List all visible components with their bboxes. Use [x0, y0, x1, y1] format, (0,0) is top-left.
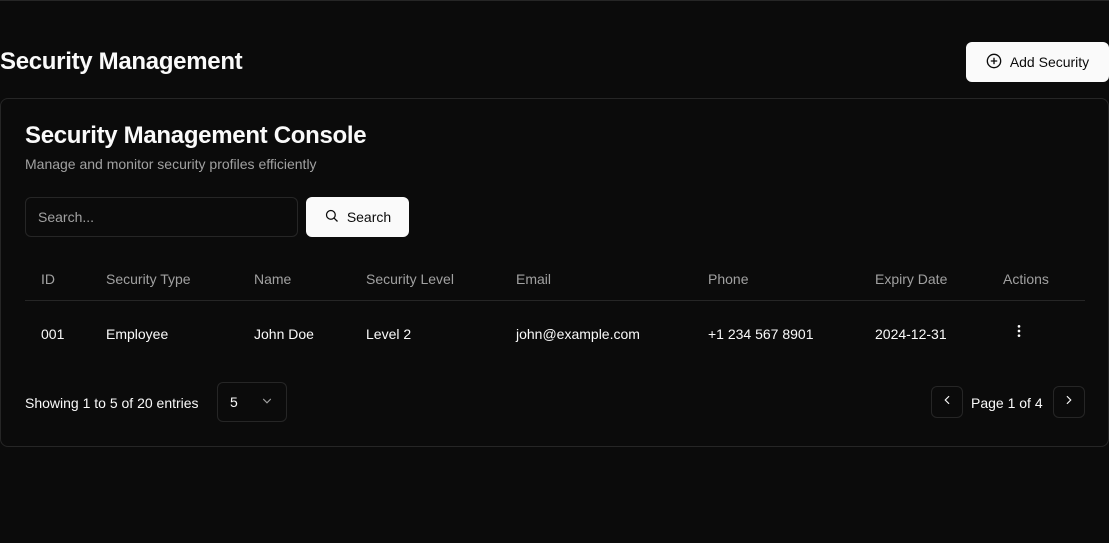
cell-security-level: Level 2: [366, 326, 412, 342]
cell-name: John Doe: [254, 326, 314, 342]
card-description: Manage and monitor security profiles eff…: [25, 156, 317, 172]
table-row[interactable]: 001 Employee John Doe Level 2 john@examp…: [25, 301, 1085, 365]
column-header-expiry-date[interactable]: Expiry Date: [875, 270, 947, 288]
column-header-security-level[interactable]: Security Level: [366, 270, 454, 288]
table-header: ID Security Type Name Security Level Ema…: [25, 257, 1085, 301]
card-title: Security Management Console: [25, 122, 367, 149]
chevron-down-icon: [260, 394, 274, 411]
search-icon: [324, 208, 339, 226]
next-page-button[interactable]: [1053, 386, 1085, 418]
security-table: ID Security Type Name Security Level Ema…: [25, 257, 1085, 365]
cell-email: john@example.com: [516, 326, 640, 342]
add-security-button[interactable]: Add Security: [966, 42, 1109, 82]
more-vertical-icon: [1011, 323, 1027, 344]
cell-id: 001: [41, 326, 65, 342]
page-size-value: 5: [230, 394, 238, 410]
cell-expiry-date: 2024-12-31: [875, 326, 947, 342]
add-security-label: Add Security: [1009, 54, 1090, 70]
chevron-left-icon: [940, 393, 954, 412]
top-divider: [0, 0, 1109, 1]
search-button[interactable]: Search: [306, 197, 409, 237]
cell-phone: +1 234 567 8901: [708, 326, 814, 342]
page-title: Security Management: [0, 48, 243, 75]
showing-entries-text: Showing 1 to 5 of 20 entries: [25, 395, 199, 411]
page-indicator: Page 1 of 4: [971, 395, 1043, 411]
previous-page-button[interactable]: [931, 386, 963, 418]
chevron-right-icon: [1062, 393, 1076, 412]
column-header-email[interactable]: Email: [516, 270, 551, 288]
column-header-security-type[interactable]: Security Type: [106, 270, 191, 288]
row-actions-button[interactable]: [1009, 319, 1029, 347]
plus-circle-icon: [986, 53, 1002, 72]
column-header-id[interactable]: ID: [41, 270, 55, 288]
column-header-phone[interactable]: Phone: [708, 270, 748, 288]
column-header-actions: Actions: [1003, 271, 1049, 287]
security-console-card: Security Management Console Manage and m…: [0, 98, 1109, 447]
page-header: Security Management Add Security: [0, 42, 1109, 82]
column-header-name[interactable]: Name: [254, 270, 291, 288]
cell-security-type: Employee: [106, 326, 169, 342]
search-input[interactable]: [25, 197, 298, 237]
search-button-label: Search: [346, 209, 392, 225]
page-size-select[interactable]: 5: [217, 382, 287, 422]
